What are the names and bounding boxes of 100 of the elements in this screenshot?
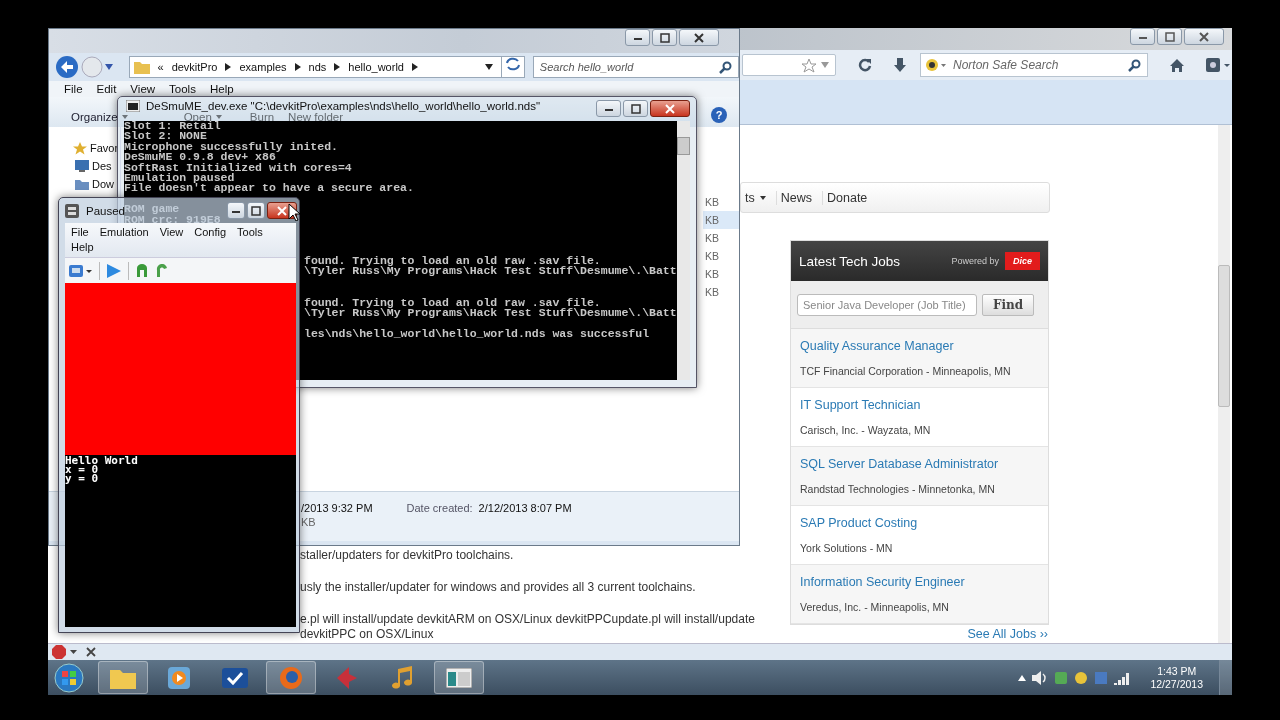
play-icon[interactable] bbox=[106, 262, 122, 279]
minimize-button[interactable] bbox=[625, 29, 650, 46]
close-icon[interactable] bbox=[86, 647, 96, 657]
minimize-button[interactable] bbox=[227, 202, 245, 219]
menu-item[interactable]: File bbox=[64, 83, 83, 95]
file-row[interactable]: KB bbox=[703, 193, 739, 211]
tray-icon[interactable] bbox=[1054, 670, 1069, 685]
dropdown-icon[interactable] bbox=[484, 64, 493, 70]
find-button[interactable]: Find bbox=[982, 293, 1035, 316]
caret-icon[interactable] bbox=[821, 62, 829, 68]
close-button[interactable] bbox=[650, 100, 690, 117]
window-title: DeSmuME_dev.exe "C:\devkitPro\examples\nds\hello_world\hello_world.nds" bbox=[146, 100, 541, 112]
chevron-icon[interactable] bbox=[225, 63, 232, 71]
puzzle-icon[interactable] bbox=[1206, 58, 1230, 72]
dice-logo[interactable]: Dice bbox=[1005, 252, 1040, 270]
search-field[interactable]: Norton Safe Search bbox=[920, 53, 1148, 77]
nav-link[interactable]: Donate bbox=[823, 190, 878, 205]
menu-item[interactable]: Edit bbox=[96, 83, 117, 95]
close-button[interactable] bbox=[1184, 28, 1224, 45]
minimize-button[interactable] bbox=[1130, 28, 1155, 45]
menu-item[interactable]: View bbox=[130, 83, 156, 95]
start-button[interactable] bbox=[54, 662, 84, 693]
home-icon[interactable] bbox=[1170, 58, 1184, 72]
nav-link[interactable]: ts bbox=[741, 190, 777, 205]
tray-icon[interactable] bbox=[1074, 670, 1089, 685]
folder-icon bbox=[133, 60, 150, 74]
star-icon[interactable] bbox=[801, 57, 817, 73]
reload-icon[interactable] bbox=[858, 58, 872, 72]
tray-caret-icon[interactable] bbox=[1018, 674, 1027, 681]
sidebar-item[interactable]: Favor bbox=[90, 142, 119, 154]
shield-icon[interactable] bbox=[925, 58, 947, 72]
breadcrumb-item[interactable]: examples bbox=[239, 61, 287, 73]
job-title-link[interactable]: Quality Assurance Manager bbox=[800, 339, 1039, 353]
menu-item[interactable]: Help bbox=[209, 83, 234, 95]
search-field[interactable]: Search hello_world bbox=[532, 56, 739, 78]
address-field[interactable] bbox=[742, 54, 836, 76]
close-button[interactable] bbox=[679, 29, 719, 46]
maximize-button[interactable] bbox=[1157, 28, 1182, 45]
clock[interactable]: 1:43 PM 12/27/2013 bbox=[1150, 664, 1203, 691]
job-search-field[interactable]: Senior Java Developer (Job Title) bbox=[797, 293, 977, 316]
reset-icon[interactable] bbox=[135, 263, 149, 278]
reload-icon[interactable] bbox=[155, 263, 169, 278]
chevron-icon[interactable] bbox=[411, 63, 418, 71]
close-icon bbox=[1199, 31, 1209, 42]
menu-item[interactable]: File bbox=[71, 225, 89, 240]
breadcrumb-bar[interactable]: « devkitPro examples nds hello_world bbox=[128, 56, 525, 78]
scrollbar[interactable] bbox=[1218, 125, 1230, 643]
file-row[interactable]: KB bbox=[703, 283, 739, 301]
job-title-link[interactable]: IT Support Technician bbox=[800, 398, 1039, 412]
clock-date: 12/27/2013 bbox=[1150, 677, 1203, 691]
job-title-link[interactable]: Information Security Engineer bbox=[800, 575, 1039, 589]
breadcrumb-item[interactable]: hello_world bbox=[348, 61, 404, 73]
nav-link[interactable]: News bbox=[776, 190, 823, 205]
maximize-button[interactable] bbox=[623, 100, 648, 117]
open-rom-icon[interactable] bbox=[69, 263, 93, 278]
search-placeholder: Norton Safe Search bbox=[953, 58, 1060, 72]
chevron-icon[interactable] bbox=[294, 63, 301, 71]
file-row[interactable]: KB bbox=[703, 211, 739, 229]
menu-item[interactable]: Config bbox=[194, 225, 227, 240]
maximize-button[interactable] bbox=[652, 29, 677, 46]
menu-item[interactable]: Emulation bbox=[99, 225, 149, 240]
taskbar-button[interactable] bbox=[434, 661, 484, 694]
minimize-button[interactable] bbox=[596, 100, 621, 117]
toolbar-button[interactable]: Organize bbox=[71, 111, 128, 123]
toolbar-button[interactable]: Burn bbox=[249, 111, 275, 123]
history-caret-icon[interactable] bbox=[104, 64, 113, 70]
job-title-link[interactable]: SAP Product Costing bbox=[800, 516, 1039, 530]
help-button[interactable]: ? bbox=[711, 107, 727, 123]
back-icon[interactable] bbox=[55, 55, 79, 79]
menu-item[interactable]: View bbox=[159, 225, 184, 240]
breadcrumb-overflow[interactable]: « bbox=[157, 61, 164, 73]
sidebar-item[interactable]: Des bbox=[92, 160, 112, 172]
download-icon[interactable] bbox=[894, 57, 906, 73]
maximize-icon bbox=[1164, 31, 1175, 42]
menu-item[interactable]: Help bbox=[71, 240, 94, 255]
music-icon bbox=[392, 665, 414, 690]
file-row[interactable]: KB bbox=[703, 229, 739, 247]
stop-sign-icon[interactable] bbox=[52, 645, 78, 659]
menu-item[interactable]: Tools bbox=[237, 225, 263, 240]
chevron-icon[interactable] bbox=[334, 63, 341, 71]
network-icon[interactable] bbox=[1114, 670, 1131, 685]
search-icon[interactable] bbox=[1128, 58, 1141, 72]
breadcrumb-item[interactable]: nds bbox=[308, 61, 327, 73]
date-modified: /2013 9:32 PM bbox=[301, 502, 373, 514]
see-all-jobs-link[interactable]: See All Jobs ›› bbox=[967, 627, 1048, 641]
toolbar-button[interactable]: New folder bbox=[288, 111, 344, 123]
search-icon[interactable] bbox=[719, 60, 732, 74]
paragraph-line: e.pl will install/update devkitARM on OSX/Linux devkitPPCupdate.pl will install/update bbox=[300, 612, 756, 626]
job-title-link[interactable]: SQL Server Database Administrator bbox=[800, 457, 1039, 471]
file-row[interactable]: KB bbox=[703, 247, 739, 265]
file-row[interactable]: KB bbox=[703, 265, 739, 283]
menu-item[interactable]: Tools bbox=[169, 83, 196, 95]
breadcrumb-item[interactable]: devkitPro bbox=[171, 61, 218, 73]
maximize-button[interactable] bbox=[247, 202, 265, 219]
close-icon bbox=[694, 32, 704, 43]
paragraph-line: usly the installer/updater for windows and provides all 3 current toolchains. bbox=[300, 580, 697, 594]
sidebar-item[interactable]: Dow bbox=[92, 178, 114, 190]
checkmark-icon bbox=[222, 667, 248, 688]
speaker-icon[interactable] bbox=[1032, 670, 1049, 685]
scrollbar[interactable] bbox=[677, 121, 690, 380]
